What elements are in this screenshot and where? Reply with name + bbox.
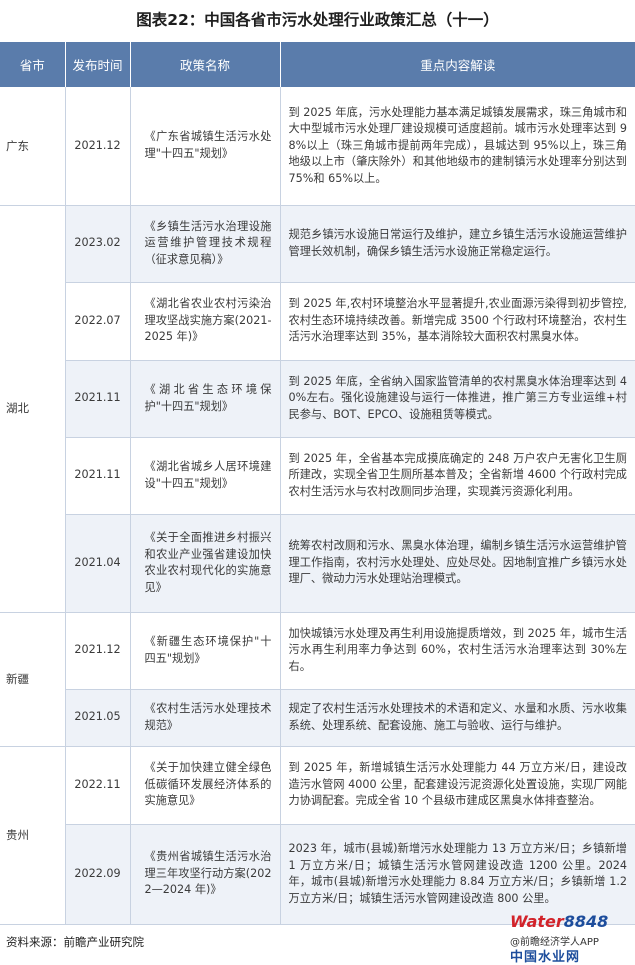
policy-table: 省市 发布时间 政策名称 重点内容解读 广东 2021.12 《广东省城镇生活污水处…	[0, 42, 635, 925]
cell-province: 广东	[0, 87, 66, 206]
cell-content: 加快城镇污水处理及再生利用设施提质增效，到 2025 年，城市生活污水再生利用率…	[280, 612, 635, 690]
cell-policy: 《新疆生态环境保护"十四五"规划》	[130, 612, 281, 690]
cell-content: 到 2025 年，全省基本完成摸底确定的 248 万户农户无害化卫生厕所建改，实…	[280, 437, 635, 515]
cell-content: 到 2025 年,农村环境整治水平显著提升,农业面源污染得到初步管控,农村生态环…	[280, 282, 635, 361]
cell-date: 2022.07	[65, 282, 131, 361]
watermark-brand-b: 8848	[563, 912, 609, 931]
cell-policy: 《湖北省农业农村污染治理攻坚战实施方案(2021-2025 年)》	[130, 282, 281, 361]
watermark-brand-a: Water	[510, 912, 564, 931]
cell-policy: 《关于加快建立健全绿色低碳循环发展经济体系的实施意见》	[130, 746, 281, 825]
header-content: 重点内容解读	[280, 42, 635, 87]
table-row: 新疆 2021.12 《新疆生态环境保护"十四五"规划》 加快城镇污水处理及再生利用设…	[0, 612, 635, 747]
cell-date: 2021.05	[65, 689, 131, 747]
cell-policy: 《湖北省城乡人居环境建设"十四五"规划》	[130, 437, 281, 515]
cell-policy: 《关于全面推进乡村振兴和农业产业强省建设加快农业农村现代化的实施意见》	[130, 514, 281, 613]
header-policy: 政策名称	[130, 42, 281, 87]
cell-date: 2022.11	[65, 746, 131, 825]
cell-policy: 《农村生活污水处理技术规范》	[130, 689, 281, 747]
cell-policy: 《湖北省生态环境保护"十四五"规划》	[130, 360, 281, 438]
table-row: 2022.09 《贵州省城镇生活污水治理三年攻坚行动方案(2022—2024 年)…	[0, 824, 635, 925]
water8848-watermark: Water8848 @前瞻经济学人APP 中国水业网	[510, 912, 632, 965]
table-row: 2021.05 《农村生活污水处理技术规范》 规定了农村生活污水处理技术的术语和定义…	[0, 689, 635, 747]
cell-content: 到 2025 年底，污水处理能力基本满足城镇发展需求，珠三角城市和大中型城市污水…	[280, 87, 635, 206]
table-row: 贵州 2022.11 《关于加快建立健全绿色低碳循环发展经济体系的实施意见》到 20…	[0, 746, 635, 925]
header-province: 省市	[0, 42, 66, 87]
table-header-row: 省市 发布时间 政策名称 重点内容解读	[0, 42, 635, 87]
cell-policy: 《贵州省城镇生活污水治理三年攻坚行动方案(2022—2024 年)》	[130, 824, 281, 925]
cell-policy: 《广东省城镇生活污水处理"十四五"规划》	[130, 87, 281, 206]
source-note: 资料来源：前瞻产业研究院	[6, 935, 144, 949]
table-row: 2021.11 《湖北省生态环境保护"十四五"规划》到 2025 年底，全省纳入国…	[0, 360, 635, 438]
table-row: 2021.11 《湖北省城乡人居环境建设"十四五"规划》到 2025 年，全省基本…	[0, 437, 635, 515]
table-row: 广东 2021.12 《广东省城镇生活污水处理"十四五"规划》到 2025 年底，污…	[0, 87, 635, 206]
page-title: 图表22：中国各省市污水处理行业政策汇总（十一）	[136, 11, 499, 29]
table-body: 广东 2021.12 《广东省城镇生活污水处理"十四五"规划》到 2025 年底，污…	[0, 87, 635, 925]
watermark-cn: 中国水业网	[510, 950, 581, 965]
cell-province: 湖北	[0, 205, 66, 613]
cell-date: 2021.04	[65, 514, 131, 613]
cell-content: 规范乡镇污水设施日常运行及维护，建立乡镇生活污水设施运营维护管理长效机制，确保乡…	[280, 205, 635, 283]
cell-date: 2021.11	[65, 360, 131, 438]
cell-content: 规定了农村生活污水处理技术的术语和定义、水量和水质、污水收集系统、处理系统、配套…	[280, 689, 635, 747]
cell-date: 2022.09	[65, 824, 131, 925]
table-row: 湖北 2023.02 《乡镇生活污水治理设施运营维护管理技术规程（征求意见稿）》 规范…	[0, 205, 635, 613]
header-date: 发布时间	[65, 42, 131, 87]
cell-date: 2021.12	[65, 612, 131, 690]
table-row: 2021.04 《关于全面推进乡村振兴和农业产业强省建设加快农业农村现代化的实施意…	[0, 514, 635, 613]
cell-date: 2023.02	[65, 205, 131, 283]
table-row: 2022.07 《湖北省农业农村污染治理攻坚战实施方案(2021-2025 年)》…	[0, 282, 635, 361]
cell-province: 新疆	[0, 612, 66, 747]
cell-content: 到 2025 年，新增城镇生活污水处理能力 44 万立方米/日，建设改造污水管网…	[280, 746, 635, 825]
cell-date: 2021.11	[65, 437, 131, 515]
cell-content: 统筹农村改厕和污水、黑臭水体治理，编制乡镇生活污水运营维护管理工作指南，农村污水…	[280, 514, 635, 613]
cell-province: 贵州	[0, 746, 66, 925]
cell-content: 2023 年，城市(县城)新增污水处理能力 13 万立方米/日；乡镇新增 1 万…	[280, 824, 635, 925]
cell-content: 到 2025 年底，全省纳入国家监管清单的农村黑臭水体治理率达到 40%左右。强…	[280, 360, 635, 438]
cell-policy: 《乡镇生活污水治理设施运营维护管理技术规程（征求意见稿）》	[130, 205, 281, 283]
cell-date: 2021.12	[65, 87, 131, 206]
